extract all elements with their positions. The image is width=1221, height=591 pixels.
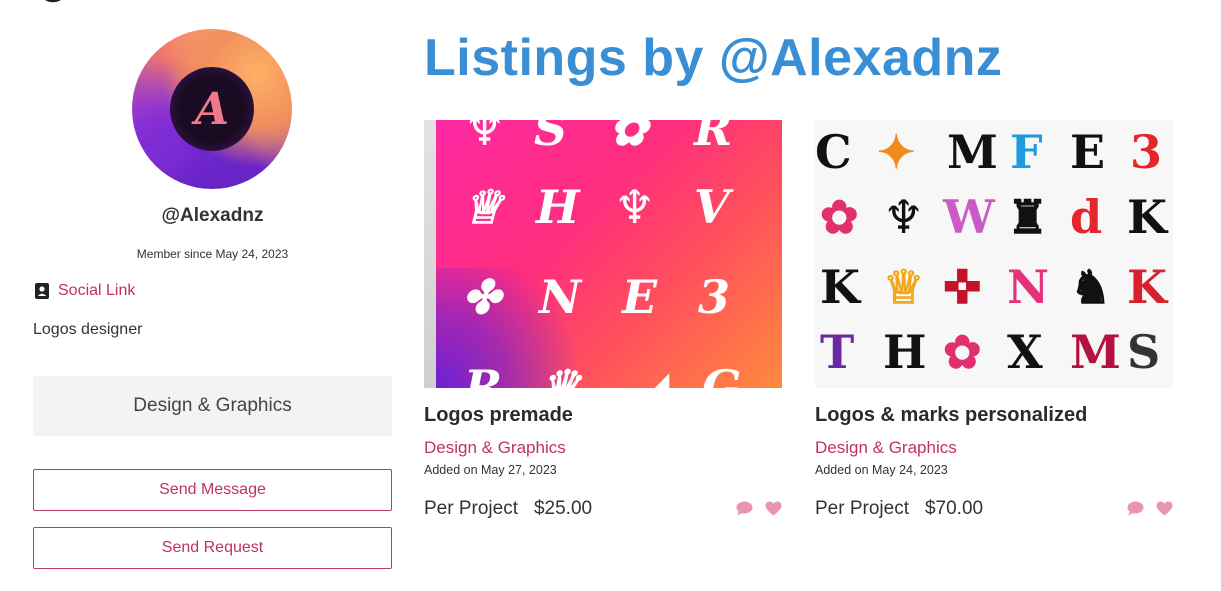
listing-card[interactable]: C ✦ M F E 3 ✿ ♆ W ♜ d K K ♕ ✜ N ♞ K T H … [815, 120, 1173, 540]
logo-grid-image: C ✦ M F E 3 ✿ ♆ W ♜ d K K ♕ ✜ N ♞ K T H … [815, 125, 1167, 379]
avatar-monogram: A [194, 83, 230, 135]
listing-actions [1127, 501, 1173, 516]
listing-price-row: Per Project $25.00 [424, 498, 592, 520]
listing-category[interactable]: Design & Graphics [815, 438, 957, 458]
social-link-label[interactable]: Social Link [58, 282, 135, 300]
listing-thumbnail[interactable]: C ✦ M F E 3 ✿ ♆ W ♜ d K K ♕ ✜ N ♞ K T H … [815, 120, 1173, 388]
price-type: Per Project [815, 498, 909, 519]
site-logo[interactable] [34, 0, 72, 6]
heart-icon[interactable] [765, 501, 782, 516]
listing-title[interactable]: Logos premade [424, 404, 573, 427]
listing-thumbnail[interactable]: ♆ S ✿ R ♕ H ♆ V ✤ N E 3 R ♛ ◢ G [424, 120, 782, 388]
social-link[interactable]: Social Link [34, 282, 135, 300]
chat-bubble-icon[interactable] [1127, 501, 1144, 516]
avatar-core: A [170, 67, 254, 151]
send-message-button[interactable]: Send Message [33, 469, 392, 511]
logo-grid-image: ♆ S ✿ R ♕ H ♆ V ✤ N E 3 R ♛ ◢ G [462, 120, 742, 388]
listing-date: Added on May 24, 2023 [815, 463, 948, 477]
member-since: Member since May 24, 2023 [136, 247, 289, 261]
listing-actions [736, 501, 782, 516]
avatar: A [132, 29, 292, 189]
price-value: $25.00 [533, 498, 593, 519]
page-title: Listings by @Alexadnz [424, 29, 1003, 87]
price-type: Per Project [424, 498, 518, 519]
listing-price-row: Per Project $70.00 [815, 498, 983, 520]
contact-card-icon [35, 283, 49, 299]
heart-icon[interactable] [1156, 501, 1173, 516]
listing-date: Added on May 27, 2023 [424, 463, 557, 477]
profile-category: Design & Graphics [33, 376, 392, 436]
send-request-button[interactable]: Send Request [33, 527, 392, 569]
profile-bio: Logos designer [33, 321, 143, 338]
listing-category[interactable]: Design & Graphics [424, 438, 566, 458]
price-value: $70.00 [924, 498, 984, 519]
chat-bubble-icon[interactable] [736, 501, 753, 516]
profile-username: @Alexadnz [161, 205, 264, 226]
listing-card[interactable]: ♆ S ✿ R ♕ H ♆ V ✤ N E 3 R ♛ ◢ G Logos pr… [424, 120, 782, 540]
listing-title[interactable]: Logos & marks personalized [815, 404, 1087, 427]
